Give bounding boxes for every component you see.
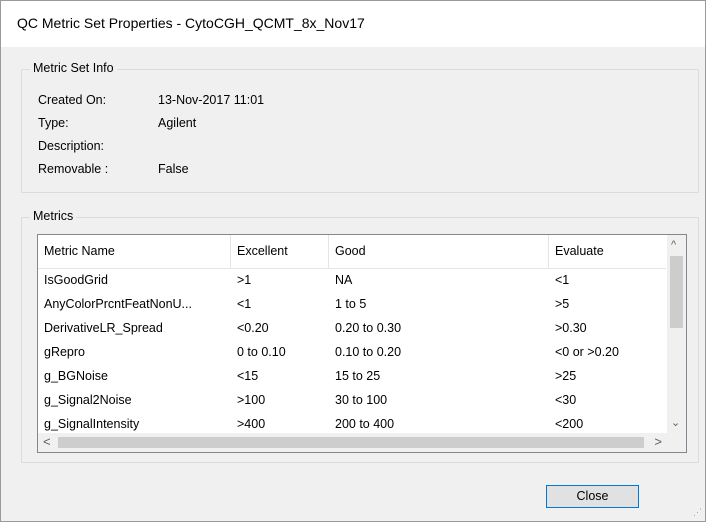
removable-label: Removable : [38, 162, 109, 176]
metric-set-info-legend: Metric Set Info [30, 61, 117, 75]
metric-set-info-group: Metric Set Info [21, 61, 699, 193]
created-on-label: Created On: [38, 93, 107, 107]
window-title: QC Metric Set Properties - CytoCGH_QCMT_… [17, 15, 365, 31]
vertical-scroll-thumb[interactable] [670, 256, 683, 328]
column-header-good[interactable]: Good [329, 235, 549, 268]
cell-excellent: >1 [237, 273, 252, 287]
table-row[interactable]: gRepro 0 to 0.10 0.10 to 0.20 <0 or >0.2… [38, 340, 666, 364]
type-label: Type: [38, 116, 69, 130]
table-row[interactable]: g_Signal2Noise >100 30 to 100 <30 [38, 388, 666, 412]
cell-excellent: <15 [237, 369, 259, 383]
cell-evaluate: <30 [555, 393, 577, 407]
horizontal-scrollbar[interactable]: < > [38, 433, 667, 452]
metrics-list-header: Metric Name Excellent Good Evaluate [38, 235, 666, 269]
cell-good: 1 to 5 [335, 297, 367, 311]
cell-excellent: <0.20 [237, 321, 269, 335]
scroll-up-icon[interactable]: ^ [671, 239, 676, 251]
cell-evaluate: <0 or >0.20 [555, 345, 619, 359]
cell-good: 0.20 to 0.30 [335, 321, 402, 335]
cell-good: 15 to 25 [335, 369, 381, 383]
scrollbar-corner [667, 433, 686, 452]
cell-good: 30 to 100 [335, 393, 388, 407]
cell-metric-name: DerivativeLR_Spread [44, 321, 163, 335]
cell-evaluate: <1 [555, 273, 570, 287]
column-header-metric-name[interactable]: Metric Name [38, 235, 231, 268]
horizontal-scroll-thumb[interactable] [58, 437, 644, 448]
qc-metric-set-dialog: QC Metric Set Properties - CytoCGH_QCMT_… [0, 0, 706, 522]
cell-excellent: 0 to 0.10 [237, 345, 286, 359]
cell-excellent: <1 [237, 297, 252, 311]
vertical-scrollbar[interactable]: ^ ⌄ [667, 235, 686, 433]
scroll-left-icon[interactable]: < [43, 434, 51, 449]
title-bar: QC Metric Set Properties - CytoCGH_QCMT_… [1, 1, 705, 47]
column-header-excellent[interactable]: Excellent [231, 235, 329, 268]
column-header-evaluate[interactable]: Evaluate [549, 235, 666, 268]
table-row[interactable]: DerivativeLR_Spread <0.20 0.20 to 0.30 >… [38, 316, 666, 340]
metrics-list[interactable]: Metric Name Excellent Good Evaluate IsGo… [37, 234, 687, 453]
cell-good: 0.10 to 0.20 [335, 345, 402, 359]
cell-excellent: >100 [237, 393, 266, 407]
cell-evaluate: >5 [555, 297, 570, 311]
cell-metric-name: gRepro [44, 345, 85, 359]
cell-evaluate: >0.30 [555, 321, 587, 335]
table-row[interactable]: AnyColorPrcntFeatNonU... <1 1 to 5 >5 [38, 292, 666, 316]
close-button[interactable]: Close [546, 485, 639, 508]
cell-good: NA [335, 273, 353, 287]
table-row[interactable]: g_BGNoise <15 15 to 25 >25 [38, 364, 666, 388]
metrics-legend: Metrics [30, 209, 77, 223]
created-on-value: 13-Nov-2017 11:01 [158, 93, 265, 107]
cell-metric-name: g_BGNoise [44, 369, 108, 383]
type-value: Agilent [158, 116, 197, 130]
cell-evaluate: >25 [555, 369, 577, 383]
description-label: Description: [38, 139, 104, 153]
table-row[interactable]: IsGoodGrid >1 NA <1 [38, 268, 666, 292]
cell-metric-name: g_Signal2Noise [44, 393, 132, 407]
scroll-down-icon[interactable]: ⌄ [671, 416, 680, 429]
resize-grip-icon[interactable]: ⋰ [693, 507, 702, 518]
removable-value: False [158, 162, 189, 176]
cell-metric-name: AnyColorPrcntFeatNonU... [44, 297, 192, 311]
cell-metric-name: IsGoodGrid [44, 273, 108, 287]
scroll-right-icon[interactable]: > [654, 434, 662, 449]
